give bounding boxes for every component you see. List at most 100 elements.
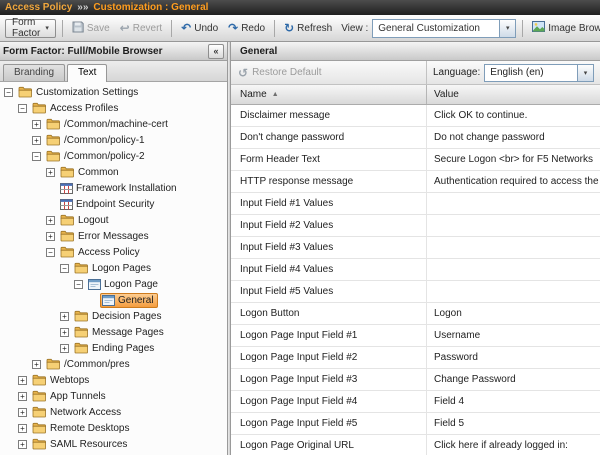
tree-item-customization-settings[interactable]: −Customization Settings [0,84,227,100]
tree-node[interactable]: Logon Pages [72,261,155,276]
tree-item-network-access[interactable]: +Network Access [0,404,227,420]
name-column-header[interactable]: Name ▲ [231,85,427,104]
setting-value-cell[interactable]: Field 5 [427,413,600,434]
tree-node[interactable]: /Common/machine-cert [44,117,172,132]
tree-node[interactable]: Message Pages [72,325,168,340]
tree-item-common-pres[interactable]: +/Common/pres [0,356,227,372]
table-row[interactable]: Logon Page Original URLClick here if alr… [231,435,600,455]
tree-node[interactable]: Logon Page [86,277,162,292]
setting-value-cell[interactable] [427,215,600,236]
tree-item-general[interactable]: General [0,292,227,308]
tree-item-framework-installation[interactable]: Framework Installation [0,180,227,196]
expand-node-icon[interactable]: + [46,168,55,177]
refresh-button[interactable]: ↻ Refresh [281,22,335,35]
table-row[interactable]: Logon ButtonLogon [231,303,600,325]
expand-node-icon[interactable]: + [18,408,27,417]
tree-item-common-policy-1[interactable]: +/Common/policy-1 [0,132,227,148]
setting-value-cell[interactable] [427,281,600,302]
view-select-button[interactable]: ▾ [499,20,515,37]
value-column-header[interactable]: Value [427,89,600,100]
table-row[interactable]: Input Field #3 Values [231,237,600,259]
setting-value-cell[interactable]: Field 4 [427,391,600,412]
tree-item-endpoint-security[interactable]: Endpoint Security [0,196,227,212]
table-row[interactable]: Don't change passwordDo not change passw… [231,127,600,149]
setting-value-cell[interactable]: Click here if already logged in: [427,435,600,455]
table-row[interactable]: Disclaimer messageClick OK to continue. [231,105,600,127]
tree-item-ending-pages[interactable]: +Ending Pages [0,340,227,356]
expand-node-icon[interactable]: + [32,360,41,369]
expand-node-icon[interactable]: + [60,328,69,337]
view-select[interactable]: General Customization ▾ [372,19,516,38]
collapse-node-icon[interactable]: − [60,264,69,273]
expand-node-icon[interactable]: + [32,136,41,145]
table-row[interactable]: Logon Page Input Field #4Field 4 [231,391,600,413]
revert-button[interactable]: ↩ Revert [117,22,166,35]
expand-node-icon[interactable]: + [46,216,55,225]
tree-item-saml-resources[interactable]: +SAML Resources [0,436,227,452]
tree-item-message-pages[interactable]: +Message Pages [0,324,227,340]
tree-item-logout[interactable]: +Logout [0,212,227,228]
table-row[interactable]: HTTP response messageAuthentication requ… [231,171,600,193]
setting-value-cell[interactable]: Secure Logon <br> for F5 Networks [427,149,600,170]
tree-node[interactable]: Customization Settings [16,85,142,100]
collapse-node-icon[interactable]: − [4,88,13,97]
collapse-node-icon[interactable]: − [32,152,41,161]
setting-value-cell[interactable]: Change Password [427,369,600,390]
tree-item-webtops[interactable]: +Webtops [0,372,227,388]
tree-item-logon-page[interactable]: −Logon Page [0,276,227,292]
undo-button[interactable]: ↶ Undo [178,22,221,35]
expand-node-icon[interactable]: + [46,232,55,241]
tree-node[interactable]: General [100,293,158,308]
tree-node[interactable]: Remote Desktops [30,421,133,436]
tree-node[interactable]: Access Policy [58,245,144,260]
tree-node[interactable]: Ending Pages [72,341,158,356]
tree-node[interactable]: Network Access [30,405,125,420]
language-select-button[interactable]: ▾ [577,65,593,81]
tree-item-access-profiles[interactable]: −Access Profiles [0,100,227,116]
tree-item-common-policy-2[interactable]: −/Common/policy-2 [0,148,227,164]
collapse-node-icon[interactable]: − [18,104,27,113]
tree-item-error-messages[interactable]: +Error Messages [0,228,227,244]
expand-node-icon[interactable]: + [18,376,27,385]
tree-item-app-tunnels[interactable]: +App Tunnels [0,388,227,404]
tree-node[interactable]: /Common/pres [44,357,134,372]
setting-value-cell[interactable] [427,193,600,214]
collapse-node-icon[interactable]: − [74,280,83,289]
tree-item-access-policy[interactable]: −Access Policy [0,244,227,260]
language-select[interactable]: English (en) ▾ [484,64,594,82]
tree-node[interactable]: SAML Resources [30,437,131,452]
tab-text[interactable]: Text [67,64,107,82]
tree-node[interactable]: /Common/policy-2 [44,149,149,164]
table-row[interactable]: Form Header TextSecure Logon <br> for F5… [231,149,600,171]
table-row[interactable]: Input Field #1 Values [231,193,600,215]
expand-node-icon[interactable]: + [60,312,69,321]
collapse-sidebar-button[interactable]: « [208,44,224,59]
tree-node[interactable]: Error Messages [58,229,153,244]
setting-value-cell[interactable] [427,237,600,258]
expand-node-icon[interactable]: + [32,120,41,129]
setting-value-cell[interactable]: Username [427,325,600,346]
setting-value-cell[interactable]: Click OK to continue. [427,105,600,126]
setting-value-cell[interactable]: Do not change password [427,127,600,148]
expand-node-icon[interactable]: + [18,424,27,433]
redo-button[interactable]: ↷ Redo [225,22,268,35]
table-row[interactable]: Input Field #4 Values [231,259,600,281]
table-row[interactable]: Logon Page Input Field #1Username [231,325,600,347]
tree-node[interactable]: Logout [58,213,113,228]
setting-value-cell[interactable]: Authentication required to access the re [427,171,600,192]
tree-node[interactable]: Webtops [30,373,93,388]
tree-node[interactable]: Common [58,165,123,180]
table-row[interactable]: Input Field #5 Values [231,281,600,303]
tree-item-decision-pages[interactable]: +Decision Pages [0,308,227,324]
tree-node[interactable]: App Tunnels [30,389,110,404]
tab-branding[interactable]: Branding [3,64,65,81]
table-row[interactable]: Input Field #2 Values [231,215,600,237]
tree-node[interactable]: Access Profiles [30,101,122,116]
image-browser-button[interactable]: Image Browser [529,20,600,36]
tree-item-common[interactable]: +Common [0,164,227,180]
tree-node[interactable]: Decision Pages [72,309,165,324]
tree-node[interactable]: Framework Installation [58,181,181,196]
expand-node-icon[interactable]: + [18,392,27,401]
tree-item-logon-pages[interactable]: −Logon Pages [0,260,227,276]
setting-value-cell[interactable]: Password [427,347,600,368]
